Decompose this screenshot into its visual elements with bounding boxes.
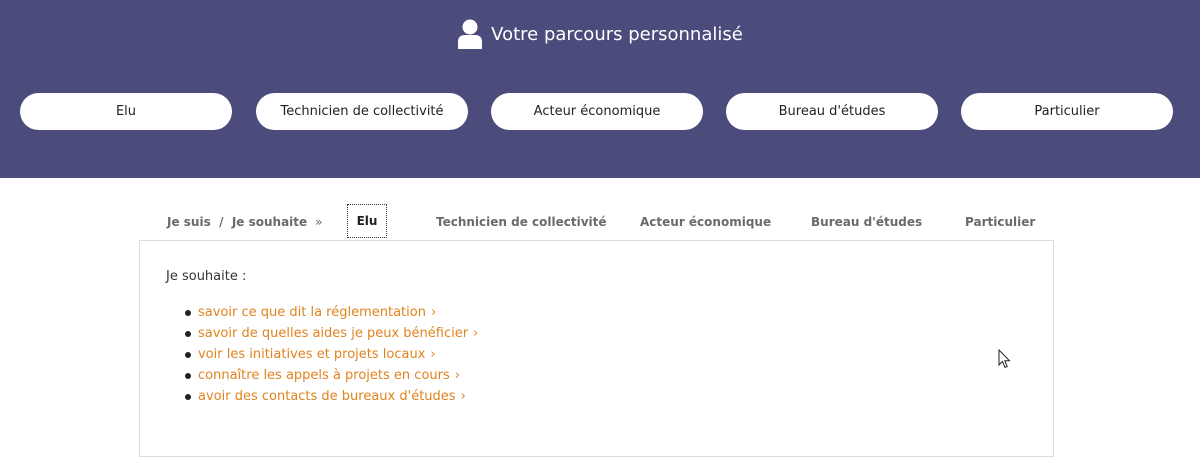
tabs-breadcrumb: Je suis / Je souhaite » (167, 215, 323, 229)
tab-panel: Je souhaite : savoir ce que dit la régle… (139, 240, 1054, 457)
chevron-right-icon: › (454, 368, 460, 383)
profile-button-bureau[interactable]: Bureau d'études (726, 93, 938, 130)
bullet-icon (185, 352, 191, 358)
wish-link-label: savoir de quelles aides je peux bénéfici… (198, 326, 469, 341)
chevron-right-icon: › (460, 389, 466, 404)
bullet-icon (185, 331, 191, 337)
chevron-right-icon: › (473, 326, 479, 341)
profile-button-elu[interactable]: Elu (20, 93, 232, 130)
wish-link-label: avoir des contacts de bureaux d'études (198, 389, 456, 404)
user-icon (457, 19, 483, 49)
profile-button-particulier[interactable]: Particulier (961, 93, 1173, 130)
chevron-right-icon: › (430, 347, 436, 362)
bullet-icon (185, 310, 191, 316)
profile-button-technicien[interactable]: Technicien de collectivité (256, 93, 468, 130)
wish-link-label: connaître les appels à projets en cours (198, 368, 450, 383)
wish-link-label: voir les initiatives et projets locaux (198, 347, 426, 362)
tab-particulier[interactable]: Particulier (965, 215, 1035, 229)
chevron-right-icon: › (430, 305, 437, 320)
bullet-icon (185, 394, 191, 400)
profile-tabs: Je suis / Je souhaite » Elu Technicien de… (140, 200, 1055, 241)
profile-button-acteur[interactable]: Acteur économique (491, 93, 703, 130)
profile-buttons: Elu Technicien de collectivité Acteur éc… (20, 93, 1180, 131)
wish-link-initiatives[interactable]: voir les initiatives et projets locaux › (184, 344, 478, 365)
breadcrumb-label: Je suis / Je souhaite (167, 215, 308, 229)
panel-intro: Je souhaite : (166, 269, 247, 284)
tab-bureau[interactable]: Bureau d'études (811, 215, 922, 229)
wish-link-appels[interactable]: connaître les appels à projets en cours › (184, 365, 478, 386)
tab-elu[interactable]: Elu (347, 204, 387, 238)
tab-technicien[interactable]: Technicien de collectivité (436, 215, 607, 229)
bullet-icon (185, 373, 191, 379)
header-banner: Votre parcours personnalisé Elu Technici… (0, 0, 1200, 178)
mouse-cursor-icon (998, 348, 1012, 369)
chevron-right-icon: » (315, 215, 323, 229)
wish-list: savoir ce que dit la réglementation › sav… (184, 302, 478, 407)
wish-link-aides[interactable]: savoir de quelles aides je peux bénéfici… (184, 323, 478, 344)
wish-link-label: savoir ce que dit la réglementation (198, 305, 426, 320)
header-title-row: Votre parcours personnalisé (0, 14, 1200, 54)
tab-acteur[interactable]: Acteur économique (640, 215, 771, 229)
page-title: Votre parcours personnalisé (491, 23, 743, 45)
wish-link-contacts[interactable]: avoir des contacts de bureaux d'études › (184, 386, 478, 407)
wish-link-reglementation[interactable]: savoir ce que dit la réglementation › (184, 302, 478, 323)
